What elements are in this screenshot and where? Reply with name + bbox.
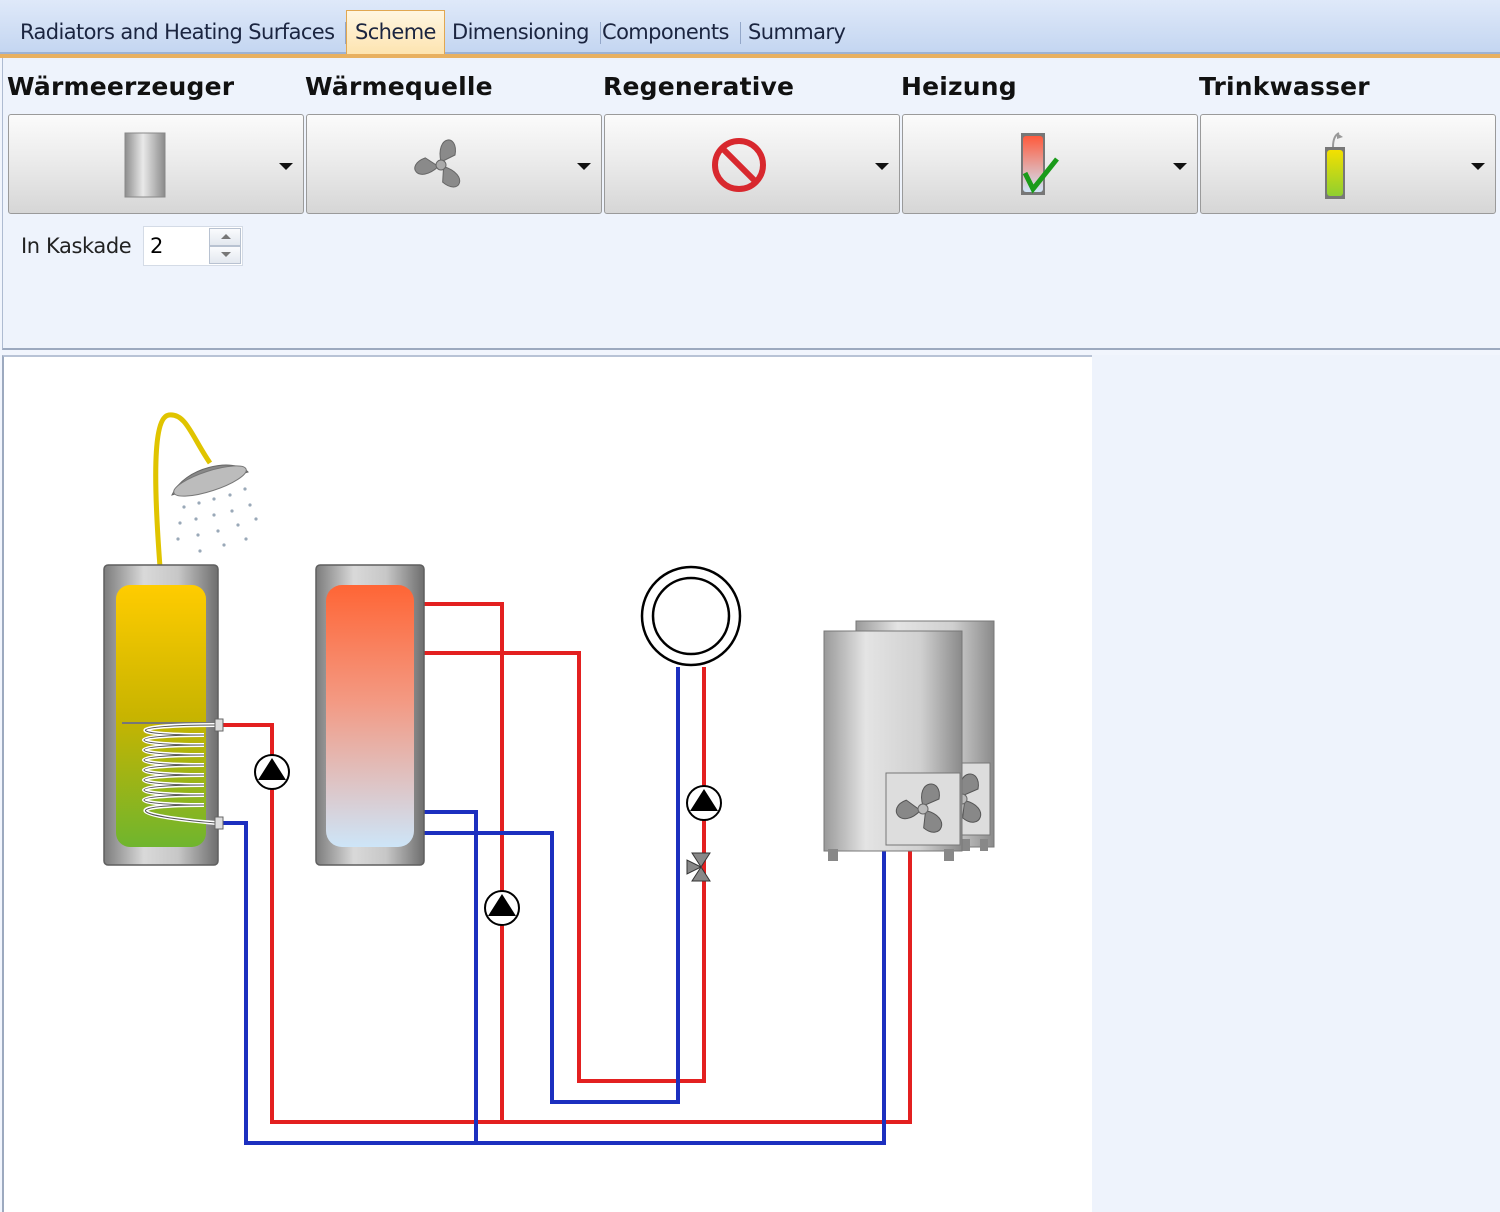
tab-radiators[interactable]: Radiators and Heating Surfaces xyxy=(12,12,347,52)
heat-pump-cascade xyxy=(823,620,995,861)
tab-components[interactable]: Components xyxy=(594,12,741,52)
regenerative-dropdown-button[interactable] xyxy=(604,114,900,214)
buffer-storage-tank xyxy=(315,564,425,866)
cylinder-icon xyxy=(124,132,166,198)
category-title-regenerative: Regenerative xyxy=(603,72,795,101)
heizung-dropdown-button[interactable] xyxy=(902,114,1198,214)
chevron-down-icon xyxy=(577,163,591,170)
trinkwasser-dropdown-button[interactable] xyxy=(1200,114,1496,214)
chevron-down-icon xyxy=(1471,163,1485,170)
pump-icon xyxy=(254,754,290,790)
tab-scheme[interactable]: Scheme xyxy=(346,10,445,54)
dhw-storage-tank xyxy=(103,564,224,866)
chevron-down-icon xyxy=(279,163,293,170)
water-tank-icon xyxy=(1325,132,1345,199)
category-title-waermeerzeuger: Wärmeerzeuger xyxy=(7,72,235,101)
category-title-waermequelle: Wärmequelle xyxy=(305,72,493,101)
tab-dimensioning[interactable]: Dimensioning xyxy=(444,12,601,52)
chevron-down-icon xyxy=(875,163,889,170)
scheme-canvas xyxy=(2,355,1092,1212)
spinner-up-button[interactable] xyxy=(209,228,241,246)
shower-head-icon xyxy=(153,412,258,568)
waermeerzeuger-dropdown-button[interactable] xyxy=(8,114,304,214)
category-title-heizung: Heizung xyxy=(901,72,1017,101)
kaskade-spinner[interactable] xyxy=(209,228,241,264)
fan-icon xyxy=(414,139,461,188)
no-entry-icon xyxy=(712,138,766,192)
waermequelle-dropdown-button[interactable] xyxy=(306,114,602,214)
chevron-down-icon xyxy=(1173,163,1187,170)
tab-bar: Radiators and Heating Surfaces Scheme Di… xyxy=(0,0,1500,54)
mixing-valve-icon xyxy=(686,852,711,882)
tab-summary[interactable]: Summary xyxy=(740,12,853,52)
heating-circuit-icon xyxy=(640,565,742,667)
heating-tank-check-icon xyxy=(1021,133,1059,195)
kaskade-label: In Kaskade xyxy=(21,234,132,258)
spinner-down-button[interactable] xyxy=(209,246,241,264)
right-empty-pane xyxy=(1092,355,1500,1212)
pump-icon xyxy=(686,785,722,821)
hydraulic-scheme-diagram xyxy=(103,412,995,1145)
options-panel: Wärmeerzeuger Wärmequelle Regenerative H… xyxy=(2,58,1500,350)
category-title-trinkwasser: Trinkwasser xyxy=(1199,72,1370,101)
pump-icon xyxy=(484,890,520,926)
